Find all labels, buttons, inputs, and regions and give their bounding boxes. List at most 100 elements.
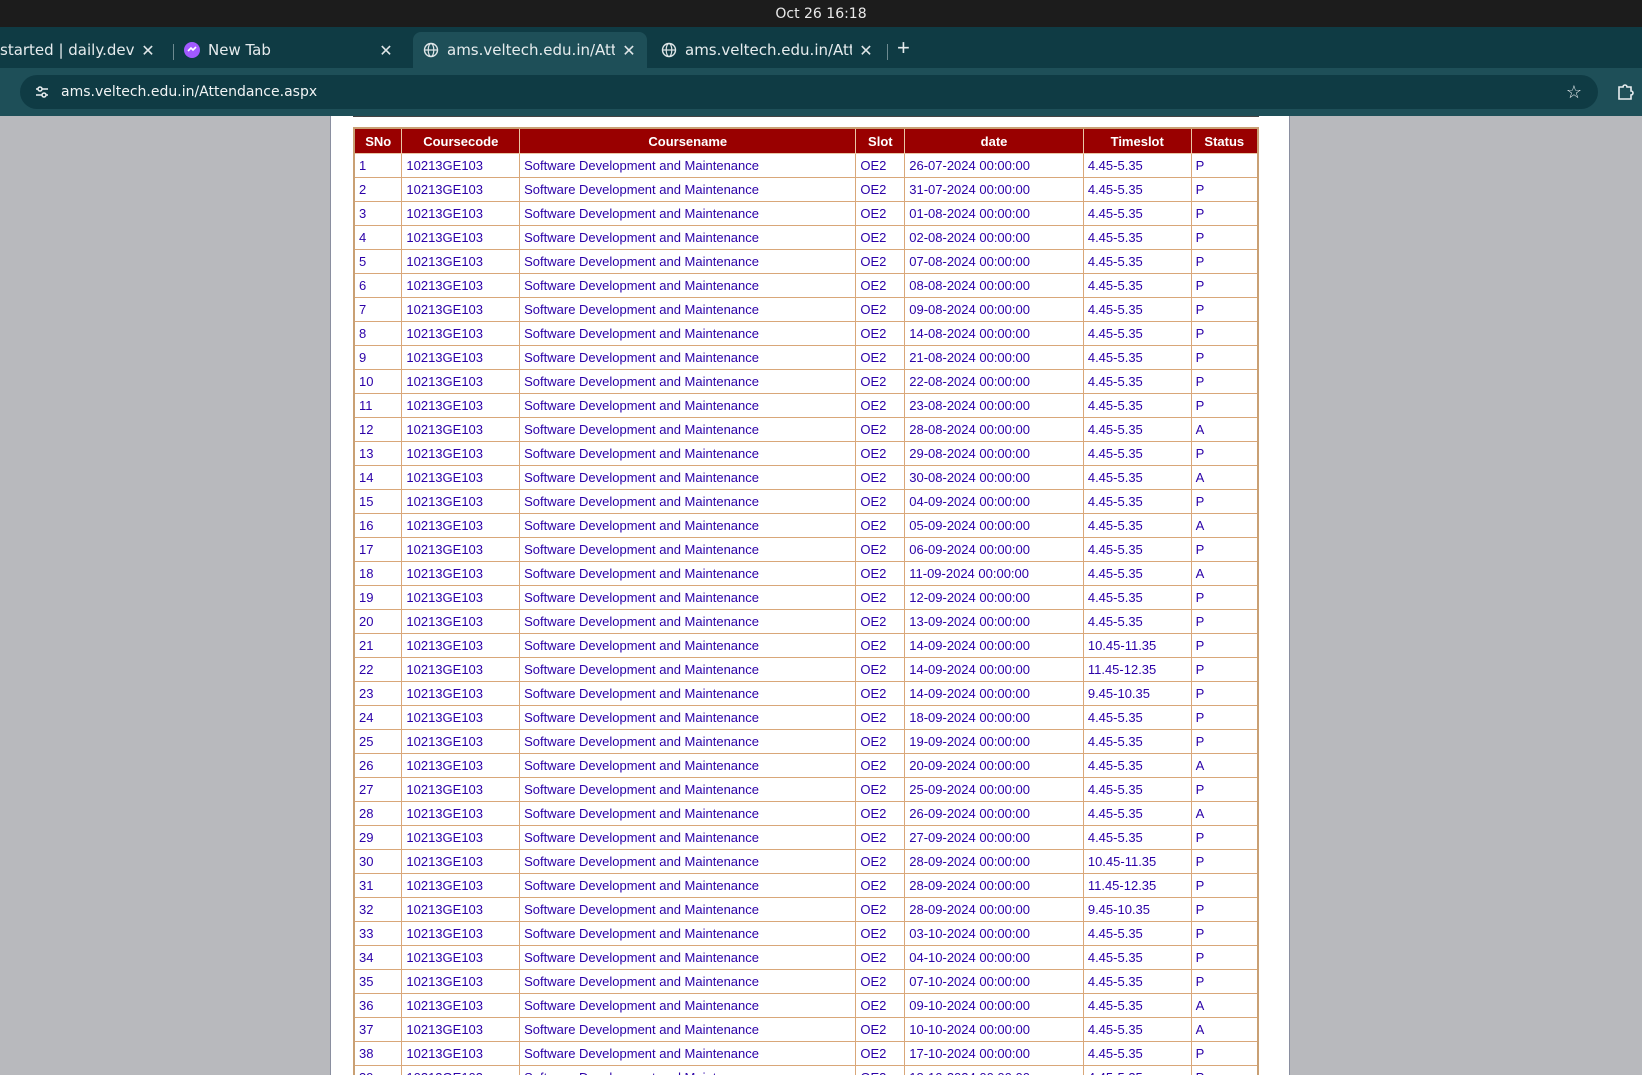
cell-timeslot: 4.45-5.35 (1082, 1017, 1192, 1042)
cell-timeslot: 11.45-12.35 (1082, 873, 1192, 898)
cell-coursecode: 10213GE103 (401, 417, 521, 442)
cell-sno: 1 (353, 153, 403, 178)
cell-date: 04-10-2024 00:00:00 (904, 945, 1084, 970)
cell-date: 13-09-2024 00:00:00 (904, 609, 1084, 634)
cell-coursename: Software Development and Maintenance (519, 417, 857, 442)
cell-timeslot: 9.45-10.35 (1082, 681, 1192, 706)
table-row: 31 10213GE103 Software Development and Mai… (353, 873, 1259, 898)
header-status: Status (1190, 127, 1259, 154)
cell-coursecode: 10213GE103 (401, 273, 521, 298)
cell-date: 31-07-2024 00:00:00 (904, 177, 1084, 202)
cell-sno: 32 (353, 897, 403, 922)
tune-icon[interactable] (33, 83, 51, 101)
cell-status: P (1190, 249, 1259, 274)
page-viewport: SNo Coursecode Coursename Slot date Time… (0, 116, 1642, 1075)
close-icon[interactable]: ✕ (621, 41, 637, 60)
cell-coursecode: 10213GE103 (401, 969, 521, 994)
cell-date: 21-08-2024 00:00:00 (904, 345, 1084, 370)
cell-coursecode: 10213GE103 (401, 873, 521, 898)
cell-coursecode: 10213GE103 (401, 345, 521, 370)
address-bar[interactable]: ams.veltech.edu.in/Attendance.aspx ☆ (20, 75, 1598, 109)
tab-daily-dev[interactable]: started | daily.dev ✕ (0, 32, 166, 68)
header-timeslot: Timeslot (1082, 127, 1192, 154)
cell-date: 11-09-2024 00:00:00 (904, 561, 1084, 586)
cell-date: 07-10-2024 00:00:00 (904, 969, 1084, 994)
cell-date: 29-08-2024 00:00:00 (904, 441, 1084, 466)
cell-date: 30-08-2024 00:00:00 (904, 465, 1084, 490)
cell-coursename: Software Development and Maintenance (519, 249, 857, 274)
table-row: 7 10213GE103 Software Development and Main… (353, 297, 1259, 322)
cell-status: P (1190, 969, 1259, 994)
table-row: 16 10213GE103 Software Development and Mai… (353, 513, 1259, 538)
cell-slot: OE2 (855, 345, 906, 370)
cell-status: A (1190, 417, 1259, 442)
table-row: 32 10213GE103 Software Development and Mai… (353, 897, 1259, 922)
cell-status: P (1190, 177, 1259, 202)
cell-date: 17-10-2024 00:00:00 (904, 1041, 1084, 1066)
cell-slot: OE2 (855, 849, 906, 874)
cell-sno: 18 (353, 561, 403, 586)
cell-date: 23-08-2024 00:00:00 (904, 393, 1084, 418)
clock[interactable]: Oct 26 16:18 (775, 6, 866, 22)
table-body: 1 10213GE103 Software Development and Main… (353, 153, 1259, 1075)
cell-coursename: Software Development and Maintenance (519, 297, 857, 322)
cell-status: P (1190, 489, 1259, 514)
tab-attendance-active[interactable]: ams.veltech.edu.in/Atten ✕ (413, 32, 647, 68)
cell-status: P (1190, 825, 1259, 850)
cell-coursecode: 10213GE103 (401, 249, 521, 274)
table-row: 23 10213GE103 Software Development and Mai… (353, 681, 1259, 706)
cell-slot: OE2 (855, 321, 906, 346)
globe-icon (423, 42, 439, 58)
cell-sno: 35 (353, 969, 403, 994)
header-slot: Slot (855, 127, 906, 154)
cell-status: P (1190, 393, 1259, 418)
attendance-table: SNo Coursecode Coursename Slot date Time… (353, 127, 1259, 1075)
cell-status: P (1190, 1065, 1259, 1075)
cell-coursename: Software Development and Maintenance (519, 1017, 857, 1042)
cell-slot: OE2 (855, 873, 906, 898)
close-icon[interactable]: ✕ (378, 41, 394, 60)
cell-date: 25-09-2024 00:00:00 (904, 777, 1084, 802)
cell-date: 18-10-2024 00:00:00 (904, 1065, 1084, 1075)
tab-attendance-2[interactable]: ams.veltech.edu.in/Atten ✕ (651, 32, 884, 68)
cell-coursename: Software Development and Maintenance (519, 561, 857, 586)
table-row: 37 10213GE103 Software Development and Mai… (353, 1017, 1259, 1042)
tab-new-tab[interactable]: New Tab ✕ (174, 32, 404, 68)
cell-sno: 17 (353, 537, 403, 562)
cell-sno: 14 (353, 465, 403, 490)
cell-status: P (1190, 201, 1259, 226)
cell-date: 28-09-2024 00:00:00 (904, 897, 1084, 922)
cell-coursecode: 10213GE103 (401, 369, 521, 394)
puzzle-icon[interactable] (1615, 81, 1635, 101)
table-row: 11 10213GE103 Software Development and Mai… (353, 393, 1259, 418)
cell-slot: OE2 (855, 1041, 906, 1066)
cell-timeslot: 4.45-5.35 (1082, 609, 1192, 634)
cell-status: P (1190, 225, 1259, 250)
cell-date: 28-09-2024 00:00:00 (904, 873, 1084, 898)
cell-coursecode: 10213GE103 (401, 561, 521, 586)
cell-timeslot: 4.45-5.35 (1082, 705, 1192, 730)
cell-sno: 36 (353, 993, 403, 1018)
table-row: 15 10213GE103 Software Development and Mai… (353, 489, 1259, 514)
cell-sno: 5 (353, 249, 403, 274)
new-tab-button[interactable]: + (897, 37, 910, 59)
cell-coursename: Software Development and Maintenance (519, 201, 857, 226)
cell-coursename: Software Development and Maintenance (519, 273, 857, 298)
table-row: 10 10213GE103 Software Development and Mai… (353, 369, 1259, 394)
cell-sno: 22 (353, 657, 403, 682)
table-row: 17 10213GE103 Software Development and Mai… (353, 537, 1259, 562)
cell-timeslot: 4.45-5.35 (1082, 417, 1192, 442)
cell-date: 10-10-2024 00:00:00 (904, 1017, 1084, 1042)
table-header-row: SNo Coursecode Coursename Slot date Time… (353, 127, 1259, 154)
cell-coursename: Software Development and Maintenance (519, 537, 857, 562)
close-icon[interactable]: ✕ (140, 41, 156, 60)
cell-status: P (1190, 681, 1259, 706)
cell-coursename: Software Development and Maintenance (519, 633, 857, 658)
star-icon[interactable]: ☆ (1564, 82, 1584, 103)
cell-coursename: Software Development and Maintenance (519, 753, 857, 778)
cell-sno: 33 (353, 921, 403, 946)
cell-date: 28-09-2024 00:00:00 (904, 849, 1084, 874)
url-text[interactable]: ams.veltech.edu.in/Attendance.aspx (61, 84, 1564, 100)
cell-sno: 37 (353, 1017, 403, 1042)
close-icon[interactable]: ✕ (858, 41, 874, 60)
